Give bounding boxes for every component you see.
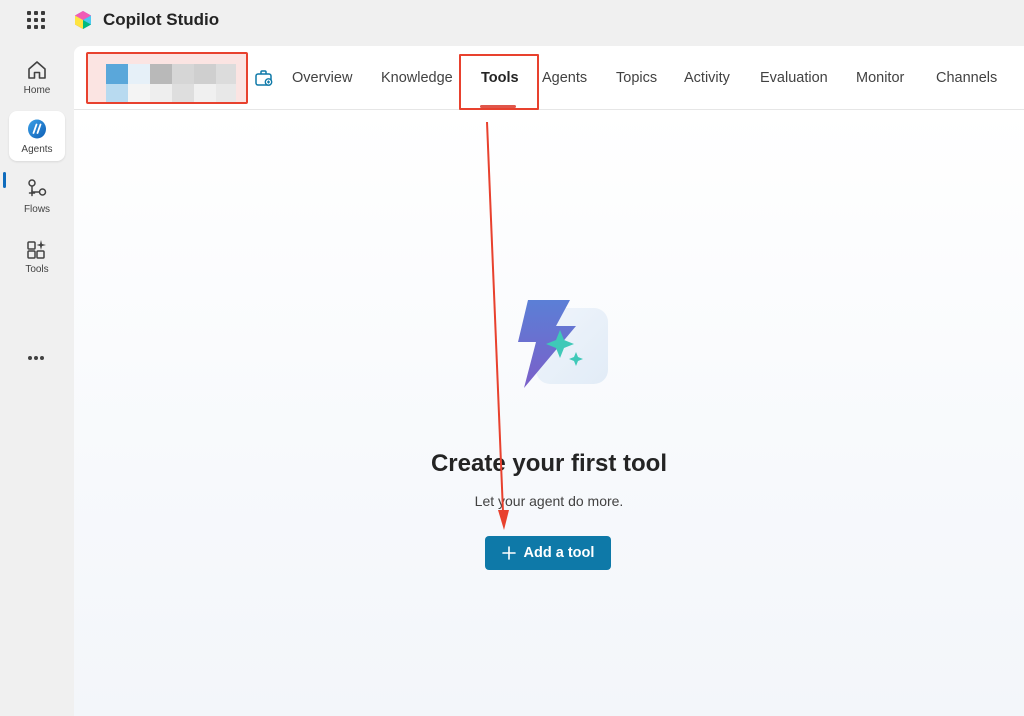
app-title: Copilot Studio	[103, 10, 220, 29]
agent-briefcase-icon[interactable]	[254, 68, 274, 88]
tab-activity[interactable]: Activity	[684, 70, 730, 86]
top-app-bar: Copilot Studio	[0, 0, 1024, 44]
tab-tools[interactable]: Tools	[481, 70, 519, 86]
rail-item-home[interactable]: Home	[9, 52, 65, 102]
rail-item-label: Home	[23, 84, 51, 96]
tools-empty-state: Create your first tool Let your agent do…	[74, 110, 1024, 716]
rail-item-label: Agents	[21, 143, 53, 155]
lightning-sparkle-icon	[518, 300, 608, 388]
rail-item-label: Flows	[23, 203, 51, 215]
agent-name-redacted[interactable]: n	[86, 52, 248, 104]
active-tab-underline	[480, 105, 516, 108]
tab-topics[interactable]: Topics	[616, 70, 657, 86]
main-panel: n Overview Knowledge Tools Agents Topics…	[74, 46, 1024, 716]
rail-item-agents[interactable]: Agents	[9, 111, 65, 161]
copilot-studio-logo-icon	[75, 11, 91, 29]
rail-active-indicator	[3, 172, 6, 188]
rail-item-flows[interactable]: Flows	[9, 171, 65, 221]
left-nav-rail: Home Agents Flows Tools	[0, 44, 72, 716]
app-launcher-icon[interactable]	[26, 10, 46, 30]
rail-item-tools[interactable]: Tools	[9, 231, 65, 281]
empty-state-title: Create your first tool	[430, 450, 668, 477]
add-tool-button[interactable]: Add a tool	[485, 536, 611, 570]
tab-evaluation[interactable]: Evaluation	[760, 70, 828, 86]
plus-icon	[501, 546, 516, 560]
tab-channels[interactable]: Channels	[936, 70, 997, 86]
tab-overview[interactable]: Overview	[292, 70, 352, 86]
tab-agents[interactable]: Agents	[542, 70, 587, 86]
tab-knowledge[interactable]: Knowledge	[381, 70, 453, 86]
more-icon[interactable]	[24, 350, 48, 366]
add-tool-button-label: Add a tool	[523, 545, 595, 561]
agents-icon	[28, 119, 46, 138]
agent-tab-bar: n Overview Knowledge Tools Agents Topics…	[74, 46, 1024, 110]
tools-icon	[27, 239, 46, 259]
empty-state-subtitle: Let your agent do more.	[474, 493, 624, 509]
flows-icon	[28, 178, 47, 196]
tab-monitor[interactable]: Monitor	[856, 70, 904, 86]
rail-item-label: Tools	[25, 263, 49, 275]
home-icon	[28, 60, 46, 79]
